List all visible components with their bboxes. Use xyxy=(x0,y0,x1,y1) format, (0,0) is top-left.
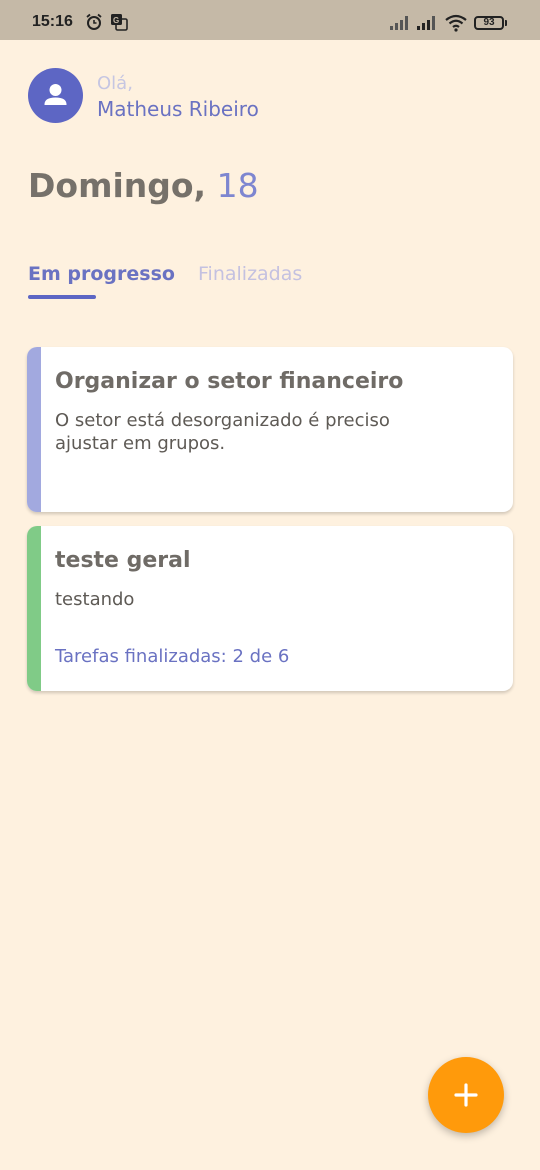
signal-icon xyxy=(389,15,411,35)
task-description: O setor está desorganizado é preciso aju… xyxy=(55,410,390,454)
active-tab-indicator xyxy=(28,295,96,299)
task-card[interactable]: Organizar o setor financeiro O setor est… xyxy=(27,347,513,512)
task-progress: Tarefas finalizadas: 2 de 6 xyxy=(55,646,290,667)
wifi-icon xyxy=(444,14,468,36)
task-card-color-stripe xyxy=(27,526,41,691)
task-title: Organizar o setor financeiro xyxy=(55,369,404,394)
tab-finalizadas[interactable]: Finalizadas xyxy=(198,263,302,285)
svg-text:G: G xyxy=(113,16,119,25)
task-title: teste geral xyxy=(55,548,191,573)
tab-em-progresso[interactable]: Em progresso xyxy=(28,263,175,285)
alarm-icon xyxy=(85,13,103,35)
task-card[interactable]: teste geral testando Tarefas finalizadas… xyxy=(27,526,513,691)
date-weekday: Domingo, xyxy=(28,166,207,205)
status-bar: 15:16 G 93 xyxy=(0,0,540,40)
date-day: 18 xyxy=(216,166,259,205)
person-icon xyxy=(44,84,67,105)
battery-icon: 93 xyxy=(474,16,504,30)
plus-icon xyxy=(454,1083,478,1107)
add-task-button[interactable] xyxy=(428,1057,504,1133)
greeting-label: Olá, xyxy=(97,73,133,94)
avatar[interactable] xyxy=(28,68,83,123)
task-description: testando xyxy=(55,589,135,610)
task-card-color-stripe xyxy=(27,347,41,512)
translate-icon: G xyxy=(110,13,128,35)
signal-icon xyxy=(416,15,438,35)
status-time: 15:16 xyxy=(32,13,73,30)
date-heading: Domingo, 18 xyxy=(28,166,259,205)
battery-tip xyxy=(505,20,507,26)
user-name: Matheus Ribeiro xyxy=(97,97,259,121)
